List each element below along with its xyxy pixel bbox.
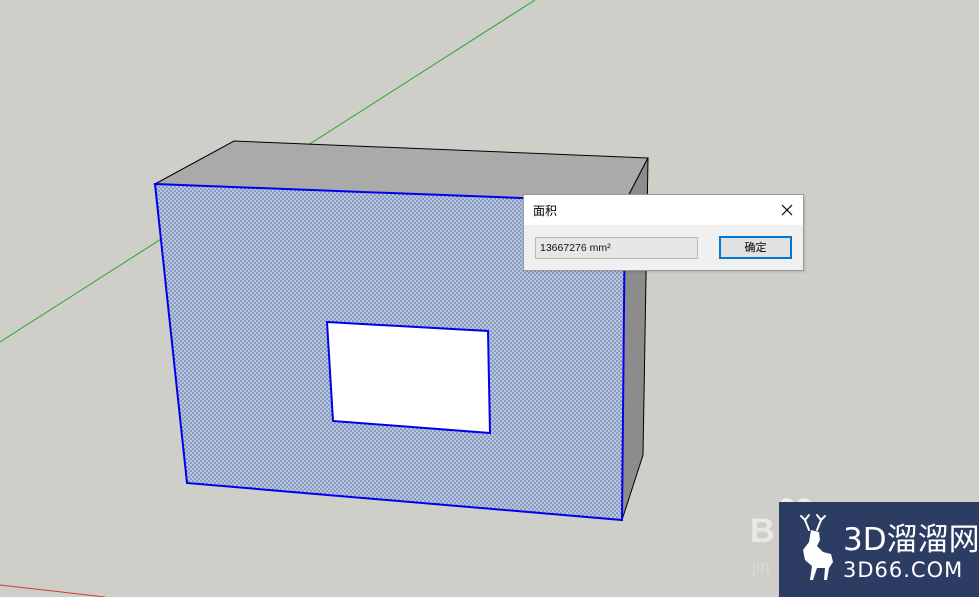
area-dialog: 面积 13667276 mm² 确定 (523, 194, 804, 271)
site-logo: 3D溜溜网 3D66.COM (779, 502, 979, 597)
logo-domain: 3D66.COM (843, 558, 964, 582)
ok-button[interactable]: 确定 (719, 236, 792, 259)
watermark-sub: jin (752, 557, 771, 577)
dialog-title: 面积 (533, 204, 558, 218)
deer-icon (800, 514, 833, 580)
dialog-titlebar[interactable]: 面积 (524, 195, 803, 225)
logo-brand: 3D溜溜网 (843, 522, 979, 558)
area-value-field[interactable]: 13667276 mm² (535, 237, 698, 259)
close-icon[interactable] (777, 200, 797, 220)
face-opening[interactable] (325, 320, 492, 435)
watermark-letter: B (750, 512, 775, 550)
red-axis-line (0, 584, 106, 597)
